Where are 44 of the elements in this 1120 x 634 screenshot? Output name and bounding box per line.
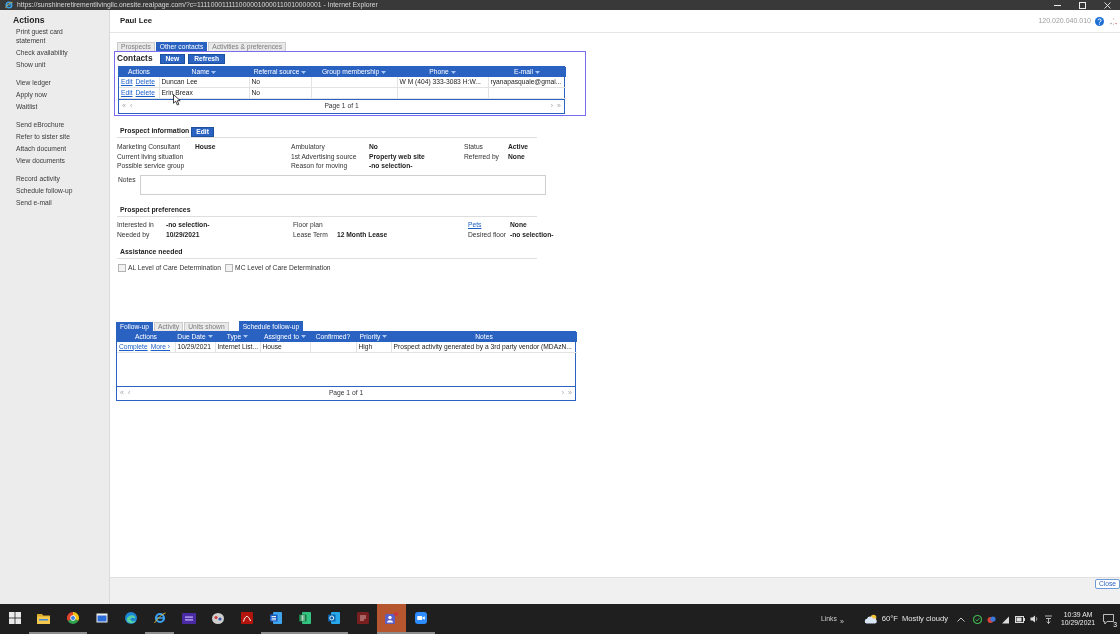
sort-icon[interactable] [450,70,456,74]
mail-icon[interactable] [327,612,340,624]
help-icon[interactable] [1095,16,1104,26]
close-icon[interactable] [1104,1,1111,9]
people-icon[interactable] [385,612,398,624]
color-wheel-icon[interactable] [66,612,79,624]
document-icon[interactable] [269,612,282,624]
notes-field[interactable] [140,174,546,195]
panel-title: Contacts [117,54,153,64]
ring-icon[interactable] [153,612,166,624]
mouse-pointer-icon [173,94,181,106]
spreadsheet-icon[interactable] [298,612,311,624]
battery-icon[interactable] [1014,615,1025,623]
sort-icon[interactable] [243,335,249,339]
signal-icon[interactable] [1000,614,1010,624]
start-icon[interactable] [8,612,21,624]
tile-icon[interactable] [181,612,196,624]
circles-icon[interactable] [986,614,996,624]
sort-icon[interactable] [534,70,540,74]
minimize-icon[interactable] [1054,4,1061,6]
tile-icon[interactable] [356,612,369,624]
loading-dots-icon [1110,17,1117,25]
checkbox[interactable] [118,263,126,272]
cloud-sun-icon[interactable] [863,614,878,624]
sort-icon[interactable] [300,335,306,339]
palette-icon[interactable] [211,612,224,624]
caret-up-icon[interactable] [956,616,965,622]
checkbox[interactable] [225,263,234,272]
browser-logo-icon [5,1,13,9]
sort-icon[interactable] [211,70,217,74]
sort-icon[interactable] [207,335,213,339]
folder-icon[interactable] [37,612,50,624]
download-icon[interactable] [1043,614,1053,624]
check-circle-icon[interactable] [972,614,982,624]
sort-icon[interactable] [381,70,387,74]
sort-icon[interactable] [382,335,388,339]
tile-icon[interactable] [240,612,253,624]
maximize-icon[interactable] [1079,1,1086,9]
window-icon[interactable] [95,613,108,623]
sidebar-title: Actions [13,15,46,25]
camera-icon[interactable] [414,612,427,624]
speaker-icon[interactable] [1029,615,1039,623]
sort-icon[interactable] [301,70,307,74]
swirl-icon[interactable] [124,612,137,624]
